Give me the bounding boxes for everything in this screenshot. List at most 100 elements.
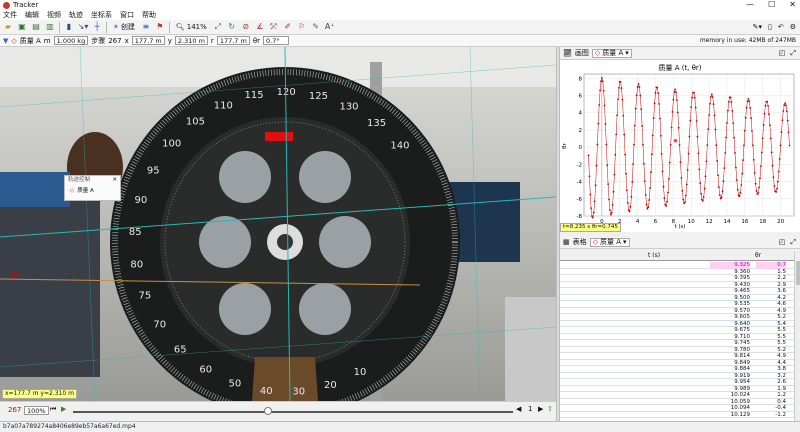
- plot-view[interactable]: 质量 A (t, θr) t (s) θr 0 2 4 6 8 10 12 14 16 18 20 -…: [560, 60, 800, 232]
- data-point[interactable]: [601, 77, 603, 79]
- data-point[interactable]: [646, 207, 649, 210]
- data-point[interactable]: [672, 98, 675, 101]
- data-point[interactable]: [640, 108, 643, 110]
- data-point[interactable]: [738, 195, 741, 198]
- data-point[interactable]: [783, 104, 786, 106]
- data-point[interactable]: [725, 136, 727, 139]
- data-point[interactable]: [679, 161, 682, 164]
- data-point[interactable]: [760, 151, 763, 154]
- data-point[interactable]: [727, 109, 729, 112]
- data-point[interactable]: [690, 106, 693, 109]
- data-point[interactable]: [595, 164, 598, 167]
- theta-field[interactable]: 0.7°: [263, 36, 289, 45]
- plot-track-selector[interactable]: ◇ 质量 A ▾: [591, 48, 632, 58]
- import-video-icon[interactable]: ▤: [31, 22, 41, 32]
- pen-icon[interactable]: ✎▾: [753, 23, 762, 31]
- marker-icon[interactable]: ✎: [311, 22, 321, 32]
- data-point[interactable]: [611, 204, 614, 206]
- refresh-icon[interactable]: ↻: [227, 22, 237, 32]
- data-point[interactable]: [592, 211, 595, 214]
- data-table[interactable]: t (s) θr 9.325 0.7 9.360 1.5 9.395 2.2 9.430 2.…: [560, 251, 800, 421]
- data-point[interactable]: [775, 191, 777, 193]
- data-point[interactable]: [647, 206, 650, 209]
- data-point[interactable]: [638, 86, 641, 88]
- data-point[interactable]: [700, 192, 702, 195]
- data-point[interactable]: [630, 195, 633, 198]
- data-point[interactable]: [743, 144, 745, 147]
- data-point[interactable]: [685, 194, 687, 197]
- data-point[interactable]: [766, 100, 769, 103]
- data-point[interactable]: [676, 99, 678, 102]
- data-point[interactable]: [780, 131, 783, 133]
- menu-help[interactable]: 帮助: [142, 10, 156, 20]
- data-point[interactable]: [590, 207, 592, 210]
- data-point[interactable]: [784, 102, 786, 104]
- data-point[interactable]: [771, 164, 774, 167]
- data-point[interactable]: [589, 193, 592, 196]
- data-point[interactable]: [622, 114, 625, 117]
- timeline-thumb[interactable]: [264, 407, 272, 415]
- data-point[interactable]: [607, 183, 609, 185]
- maximize-icon[interactable]: ⤢: [790, 49, 796, 58]
- data-point[interactable]: [750, 117, 752, 119]
- table-view-label[interactable]: 表格: [573, 237, 587, 247]
- video-view[interactable]: 10 20 30 40 50 60 65 70 75 80 85 90 95 100 105 110 115 12…: [0, 47, 556, 401]
- data-point[interactable]: [656, 86, 659, 89]
- data-point[interactable]: [678, 144, 681, 146]
- data-point[interactable]: [741, 172, 744, 175]
- save-icon[interactable]: ▣: [17, 22, 27, 32]
- data-point[interactable]: [763, 112, 766, 115]
- pencil-path-icon[interactable]: ✐: [283, 22, 293, 32]
- data-point[interactable]: [735, 166, 737, 169]
- data-point[interactable]: [620, 87, 623, 89]
- data-point[interactable]: [752, 144, 754, 147]
- data-point[interactable]: [675, 91, 677, 94]
- data-point[interactable]: [621, 98, 624, 101]
- data-point[interactable]: [599, 89, 601, 92]
- data-point[interactable]: [601, 80, 604, 83]
- axes-icon[interactable]: ┼: [92, 22, 102, 32]
- data-point[interactable]: [770, 151, 773, 154]
- data-point[interactable]: [777, 180, 779, 183]
- data-point[interactable]: [687, 152, 690, 155]
- data-point[interactable]: [609, 213, 612, 216]
- data-point[interactable]: [698, 168, 701, 171]
- track-control-window[interactable]: 轨迹控制 ✕ ◇ 质量 A: [64, 175, 121, 201]
- data-point[interactable]: [615, 133, 618, 136]
- data-point[interactable]: [594, 184, 597, 187]
- data-point[interactable]: [663, 197, 666, 200]
- data-point[interactable]: [654, 92, 657, 94]
- data-point[interactable]: [788, 144, 791, 147]
- data-point[interactable]: [714, 128, 717, 131]
- data-point[interactable]: [645, 203, 648, 206]
- clip-settings-icon[interactable]: ▮: [64, 22, 74, 32]
- close-button[interactable]: ✕: [789, 0, 796, 10]
- flag-icon[interactable]: ⚑: [155, 22, 165, 32]
- data-point[interactable]: [710, 93, 713, 96]
- data-point[interactable]: [652, 117, 655, 119]
- data-point[interactable]: [726, 122, 728, 124]
- data-point[interactable]: [761, 137, 764, 140]
- frame-counter[interactable]: 267: [8, 406, 21, 414]
- create-track-button[interactable]: ✶ 创建: [111, 22, 137, 33]
- data-point[interactable]: [626, 202, 629, 204]
- data-point[interactable]: [633, 143, 635, 146]
- path-icon[interactable]: ⤱: [269, 22, 279, 32]
- data-point[interactable]: [721, 190, 724, 193]
- data-point[interactable]: [708, 114, 710, 116]
- data-point[interactable]: [716, 160, 718, 162]
- table-scrollbar[interactable]: [794, 251, 800, 421]
- data-point[interactable]: [754, 182, 757, 185]
- file-tab[interactable]: b7a07a789274a8406e89eb57a6a67ed.mp4: [0, 421, 800, 432]
- data-point[interactable]: [785, 104, 787, 107]
- data-point[interactable]: [723, 167, 726, 169]
- data-point[interactable]: [749, 107, 752, 109]
- step-size[interactable]: 1: [528, 405, 532, 413]
- data-point[interactable]: [650, 171, 652, 174]
- data-point[interactable]: [693, 91, 695, 94]
- data-point[interactable]: [787, 131, 790, 134]
- data-point[interactable]: [782, 110, 785, 112]
- y-field[interactable]: 2.310 m: [174, 36, 208, 45]
- data-point[interactable]: [682, 198, 685, 201]
- data-point[interactable]: [661, 170, 664, 173]
